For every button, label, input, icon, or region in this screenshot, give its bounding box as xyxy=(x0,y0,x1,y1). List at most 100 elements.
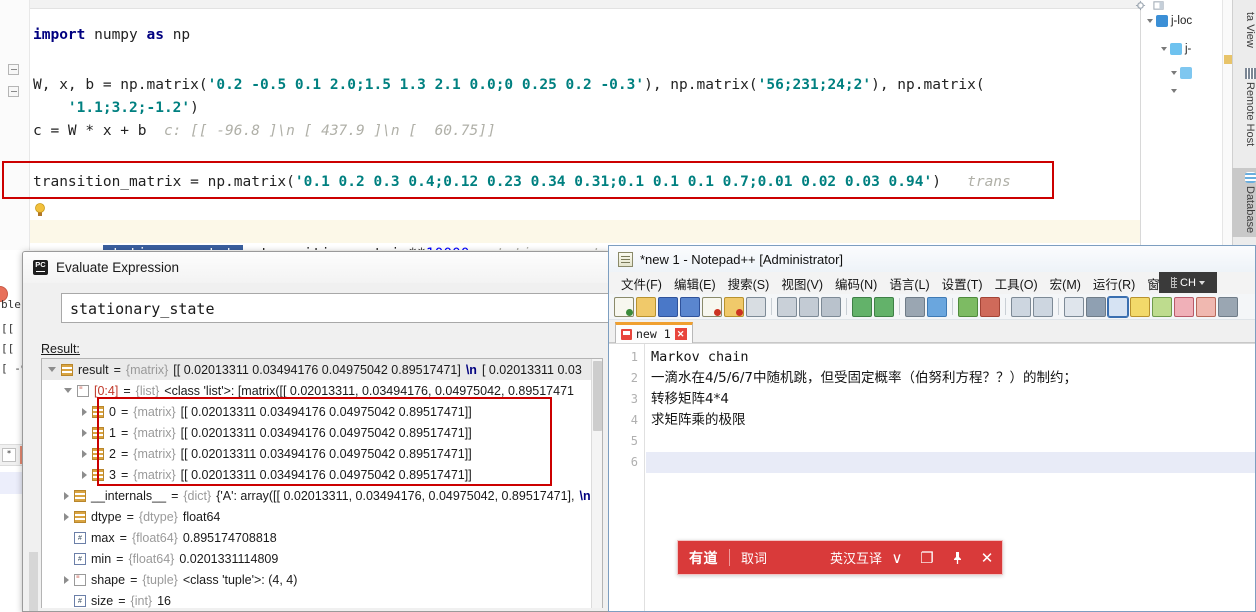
indent-guide-icon[interactable] xyxy=(1107,295,1129,318)
chevron-down-icon[interactable] xyxy=(1171,71,1177,75)
pin-icon[interactable] xyxy=(942,541,972,574)
chevron-down-icon[interactable] xyxy=(64,388,72,393)
menu-item[interactable]: 运行(R) xyxy=(1088,272,1140,295)
print-icon[interactable] xyxy=(746,296,766,317)
ime-grip-icon[interactable] xyxy=(1171,277,1178,288)
word-wrap-icon[interactable] xyxy=(1064,296,1084,317)
replace-icon[interactable] xyxy=(927,296,947,317)
tree-row[interactable]: # size = {int} 16 xyxy=(42,590,602,608)
tree-row[interactable]: __internals__ = {dict} {'A': array([[ 0.… xyxy=(42,485,602,506)
open-file-icon[interactable] xyxy=(636,296,656,317)
debug-mini-tab[interactable]: * xyxy=(2,448,16,462)
chevron-down-icon[interactable] xyxy=(48,367,56,372)
close-all-icon[interactable] xyxy=(724,296,744,317)
menu-item[interactable]: 宏(M) xyxy=(1045,272,1086,295)
code-line[interactable]: c = W * x + b c: [[ -96.8 ]\n [ 437.9 ]\… xyxy=(33,120,496,143)
notepadpp-toolbar[interactable] xyxy=(609,294,1255,320)
tree-row[interactable]: result = {matrix} [[ 0.02013311 0.034941… xyxy=(42,359,602,380)
tool-window-row[interactable] xyxy=(1171,89,1177,93)
text-line[interactable] xyxy=(651,431,1249,452)
code-fold-marker[interactable] xyxy=(8,86,19,97)
scrollbar-thumb[interactable] xyxy=(593,361,602,431)
menu-item[interactable]: 编辑(E) xyxy=(669,272,721,295)
chevron-right-icon[interactable] xyxy=(82,407,87,416)
chevron-down-icon[interactable] xyxy=(1198,280,1205,285)
text-line[interactable] xyxy=(651,452,1249,473)
sync-scroll-h-icon[interactable] xyxy=(1033,296,1053,317)
menu-item[interactable]: 文件(F) xyxy=(616,272,667,295)
close-file-icon[interactable] xyxy=(702,296,722,317)
doc-map-icon[interactable] xyxy=(1152,296,1172,317)
sidebar-tab-data-view[interactable]: ta View xyxy=(1232,0,1256,52)
code-line[interactable]: import numpy as np xyxy=(33,24,190,47)
doc-switcher-icon[interactable] xyxy=(1174,296,1194,317)
tool-window-row[interactable]: j-loc xyxy=(1147,15,1192,27)
text-line[interactable]: 转移矩阵4*4 xyxy=(651,389,1249,410)
menu-item[interactable]: 工具(O) xyxy=(990,272,1043,295)
sidebar-tab-remote-host[interactable]: Remote Host xyxy=(1232,64,1256,150)
tree-row[interactable]: ≡ [0:4] = {list} <class 'list'>: [matrix(… xyxy=(42,380,602,401)
chevron-down-icon[interactable] xyxy=(1171,89,1177,93)
chevron-right-icon[interactable] xyxy=(64,491,69,500)
tree-vertical-scrollbar[interactable] xyxy=(591,359,602,608)
function-list-icon[interactable] xyxy=(1196,296,1216,317)
invisible-chars-icon[interactable] xyxy=(1086,296,1106,317)
tool-window-row[interactable] xyxy=(1171,67,1192,79)
new-file-icon[interactable] xyxy=(614,296,634,317)
undo-icon[interactable] xyxy=(852,296,872,317)
result-tree[interactable]: result = {matrix} [[ 0.02013311 0.034941… xyxy=(41,358,603,608)
sync-scroll-v-icon[interactable] xyxy=(1011,296,1031,317)
youdao-capture-word-button[interactable]: 取词 xyxy=(741,548,767,567)
editor-scrollbar[interactable] xyxy=(1222,0,1232,250)
tree-row[interactable]: 3 = {matrix} [[ 0.02013311 0.03494176 0.… xyxy=(42,464,602,485)
expression-input[interactable]: stationary_state xyxy=(61,293,609,323)
copy-icon[interactable] xyxy=(799,296,819,317)
dialog-title-bar[interactable]: PC Evaluate Expression xyxy=(23,252,609,283)
tool-window-row[interactable]: j- xyxy=(1161,43,1191,55)
notepadpp-tab-bar[interactable]: new 1 ✕ xyxy=(609,320,1255,343)
intention-bulb-icon[interactable] xyxy=(34,203,46,217)
cut-icon[interactable] xyxy=(777,296,797,317)
ide-project-tool-window[interactable]: j-loc j- xyxy=(1140,9,1210,250)
restore-window-icon[interactable]: ❐ xyxy=(912,541,942,574)
ime-language-badge[interactable]: CH xyxy=(1159,272,1217,293)
evaluate-expression-dialog[interactable]: PC Evaluate Expression stationary_state … xyxy=(22,251,610,612)
youdao-translate-mode[interactable]: 英汉互译 xyxy=(830,548,882,567)
code-line[interactable]: '1.1;3.2;-1.2') xyxy=(33,97,199,120)
notepadpp-title-bar[interactable]: *new 1 - Notepad++ [Administrator] xyxy=(609,246,1255,272)
zoom-out-icon[interactable] xyxy=(980,296,1000,317)
close-icon[interactable]: ✕ xyxy=(674,328,687,340)
scrollbar-marker[interactable] xyxy=(1224,55,1232,64)
tree-row[interactable]: 1 = {matrix} [[ 0.02013311 0.03494176 0.… xyxy=(42,422,602,443)
sidebar-tab-database[interactable]: Database xyxy=(1232,168,1256,238)
zoom-in-icon[interactable] xyxy=(958,296,978,317)
selected-token[interactable]: stationary_state xyxy=(102,245,243,250)
code-line[interactable]: W, x, b = np.matrix('0.2 -0.5 0.1 2.0;1.… xyxy=(33,74,985,97)
chevron-down-icon[interactable] xyxy=(1161,47,1167,51)
menu-item[interactable]: 视图(V) xyxy=(776,272,828,295)
folder-workspace-icon[interactable] xyxy=(1218,296,1238,317)
code-editor[interactable]: import numpy as np W, x, b = np.matrix('0… xyxy=(2,9,1140,250)
chevron-right-icon[interactable] xyxy=(82,470,87,479)
tree-row[interactable]: # max = {float64} 0.895174708818 xyxy=(42,527,602,548)
youdao-dictionary-toolbar[interactable]: 有道 取词 英汉互译 ∨ ❐ ✕ xyxy=(677,540,1003,575)
save-all-icon[interactable] xyxy=(680,296,700,317)
chevron-right-icon[interactable] xyxy=(82,428,87,437)
code-fold-marker[interactable] xyxy=(8,64,19,75)
current-code-line[interactable]: stationary_state= transition_matrix**100… xyxy=(33,220,1072,250)
menu-item[interactable]: 语言(L) xyxy=(884,272,934,295)
hide-panel-icon[interactable] xyxy=(1153,0,1164,11)
editor-gutter[interactable] xyxy=(0,0,30,250)
menu-item[interactable]: 编码(N) xyxy=(830,272,882,295)
text-line[interactable]: 求矩阵乘的极限 xyxy=(651,410,1249,431)
menu-item[interactable]: 搜索(S) xyxy=(723,272,775,295)
tree-row[interactable]: dtype = {dtype} float64 xyxy=(42,506,602,527)
code-line[interactable]: transition_matrix = np.matrix('0.1 0.2 0… xyxy=(33,171,1011,194)
save-icon[interactable] xyxy=(658,296,678,317)
text-line[interactable]: Markov chain xyxy=(651,347,1249,368)
redo-icon[interactable] xyxy=(874,296,894,317)
tree-row[interactable]: # min = {float64} 0.0201331114809 xyxy=(42,548,602,569)
tree-row[interactable]: 2 = {matrix} [[ 0.02013311 0.03494176 0.… xyxy=(42,443,602,464)
chevron-right-icon[interactable] xyxy=(64,512,69,521)
chevron-down-icon[interactable] xyxy=(1147,19,1153,23)
